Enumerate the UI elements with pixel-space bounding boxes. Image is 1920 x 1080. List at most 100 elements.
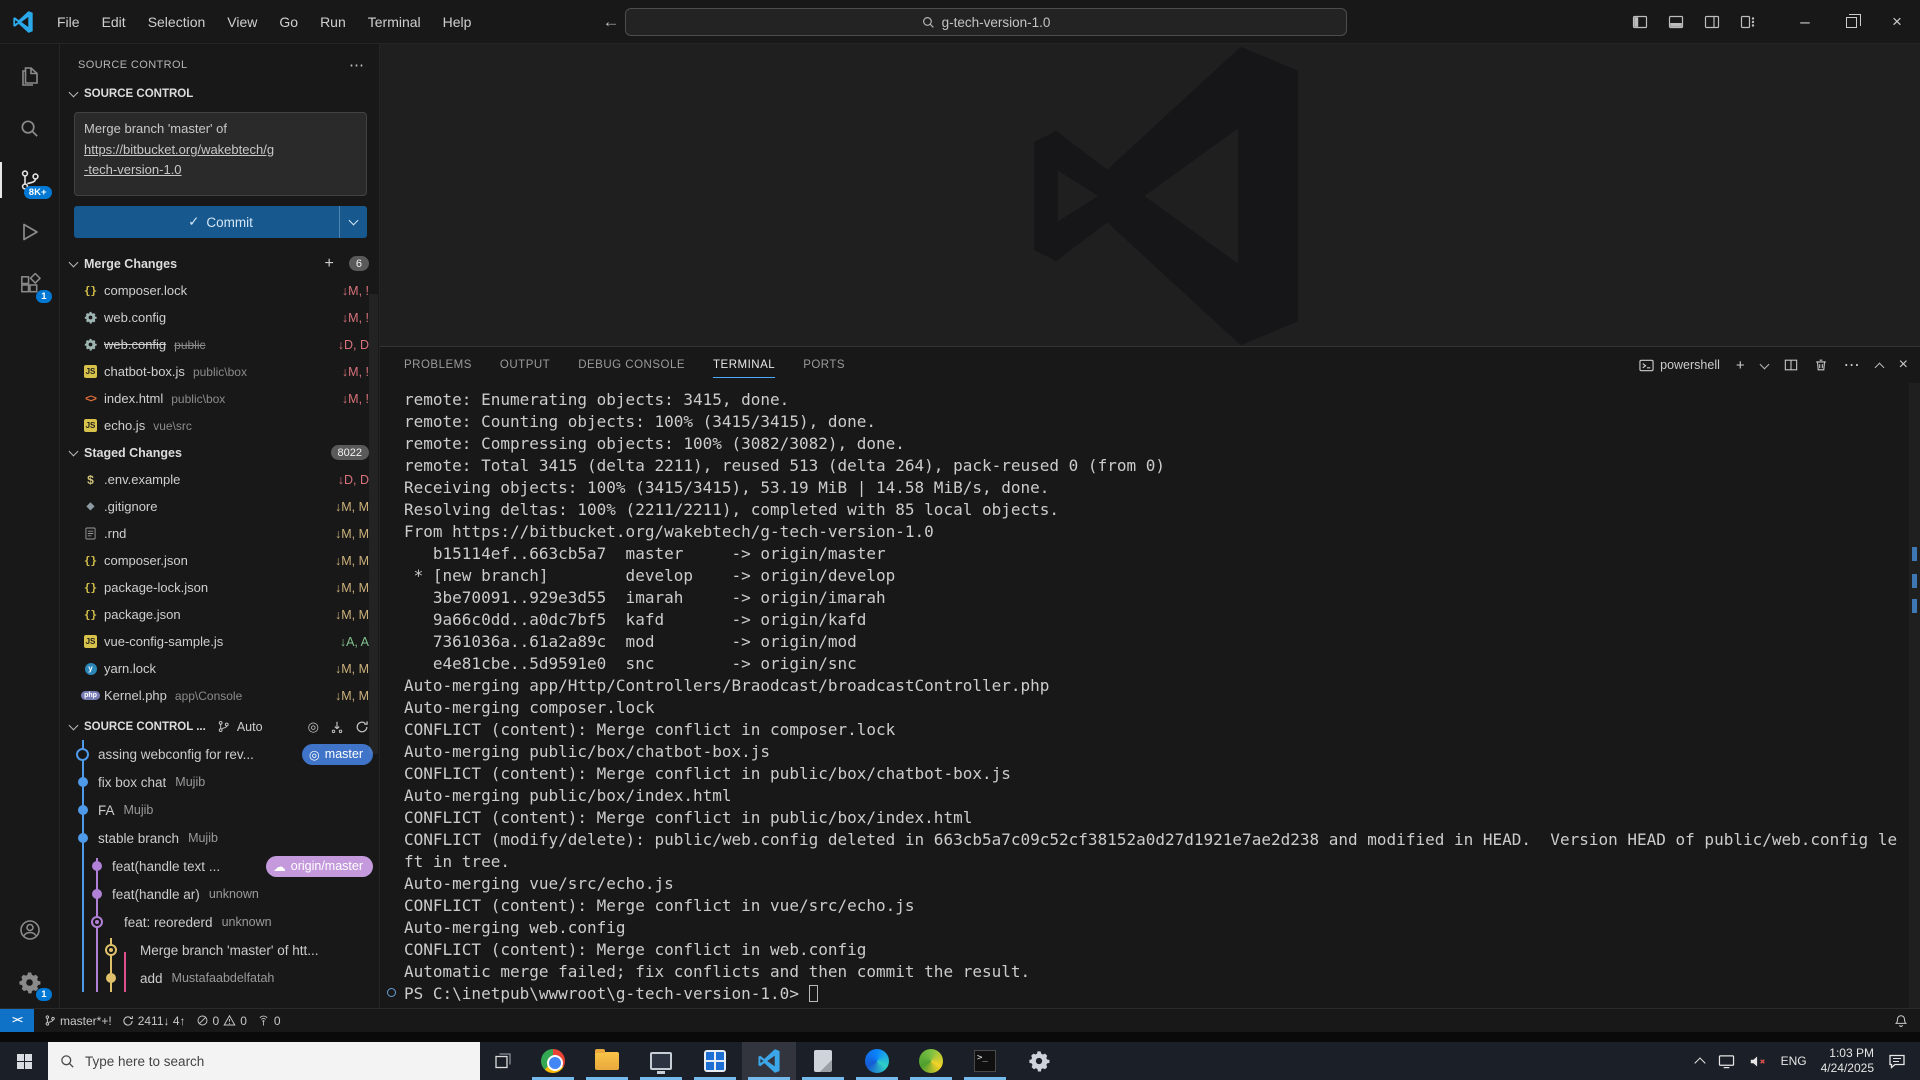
panel-tab-ports[interactable]: PORTS xyxy=(803,347,845,383)
commit-button[interactable]: ✓ Commit xyxy=(74,206,367,238)
ports-status[interactable]: 0 xyxy=(257,1014,281,1028)
scm-file-row[interactable]: php Kernel.php app\Console ↓M, M xyxy=(60,682,379,709)
staged-changes-header[interactable]: Staged Changes 8022 xyxy=(60,439,379,466)
activity-source-control[interactable]: 8K+ xyxy=(0,154,60,206)
taskbar-app-mail-grid[interactable] xyxy=(688,1042,742,1080)
commit-row[interactable]: stable branch Mujib xyxy=(60,824,379,852)
auto-label[interactable]: Auto xyxy=(237,720,263,734)
panel-tab-output[interactable]: OUTPUT xyxy=(500,347,550,383)
scm-file-row[interactable]: {} composer.json ↓M, M xyxy=(60,547,379,574)
panel-tab-terminal[interactable]: TERMINAL xyxy=(713,347,776,383)
merge-changes-header[interactable]: Merge Changes + 6 xyxy=(60,250,379,277)
scm-file-row[interactable]: <> index.html public\box ↓M, ! xyxy=(60,385,379,412)
scm-file-row[interactable]: JS chatbot-box.js public\box ↓M, ! xyxy=(60,358,379,385)
ref-badge-master[interactable]: ◎ master xyxy=(301,743,373,765)
activity-run-debug[interactable] xyxy=(0,206,60,258)
scm-graph-header[interactable]: SOURCE CONTROL ... Auto ◎ xyxy=(60,713,379,740)
fetch-icon[interactable] xyxy=(330,720,344,734)
ref-badge-origin/master[interactable]: ☁ origin/master xyxy=(266,855,373,877)
new-terminal-icon[interactable]: + xyxy=(1736,357,1745,374)
toggle-sidebar-icon[interactable] xyxy=(1632,14,1648,30)
sync-status[interactable]: 2411↓ 4↑ xyxy=(122,1014,186,1028)
taskbar-search[interactable]: Type here to search xyxy=(48,1042,480,1080)
tray-clock[interactable]: 1:03 PM 4/24/2025 xyxy=(1821,1046,1874,1076)
sidebar-scrollbar[interactable] xyxy=(369,294,378,754)
taskbar-app-settings[interactable] xyxy=(1012,1042,1066,1080)
notifications-bell[interactable] xyxy=(1894,1014,1908,1028)
taskbar-app-notepad[interactable] xyxy=(796,1042,850,1080)
commit-row[interactable]: feat: reorederd unknown xyxy=(60,908,379,936)
menu-selection[interactable]: Selection xyxy=(137,0,217,44)
commit-row[interactable]: add Mustafaabdelfatah xyxy=(60,964,379,992)
taskbar-app-computer[interactable] xyxy=(634,1042,688,1080)
nav-back-icon[interactable]: ← xyxy=(602,12,619,32)
menu-edit[interactable]: Edit xyxy=(91,0,137,44)
scm-file-row[interactable]: web.config ↓M, ! xyxy=(60,304,379,331)
taskbar-app-chrome[interactable] xyxy=(526,1042,580,1080)
activity-extensions[interactable]: 1 xyxy=(0,258,60,310)
menu-go[interactable]: Go xyxy=(268,0,309,44)
window-restore-button[interactable] xyxy=(1828,0,1874,44)
panel-tab-problems[interactable]: PROBLEMS xyxy=(404,347,472,383)
commit-row[interactable]: FA Mujib xyxy=(60,796,379,824)
menu-run[interactable]: Run xyxy=(309,0,357,44)
problems-status[interactable]: 0 0 xyxy=(196,1014,247,1028)
command-center-search[interactable]: g-tech-version-1.0 xyxy=(625,8,1347,36)
close-panel-icon[interactable]: × xyxy=(1899,356,1908,374)
activity-search[interactable] xyxy=(0,102,60,154)
scm-file-row[interactable]: {} package.json ↓M, M xyxy=(60,601,379,628)
scm-file-row[interactable]: .rnd ↓M, M xyxy=(60,520,379,547)
taskbar-app-browser[interactable] xyxy=(850,1042,904,1080)
terminal-dropdown-icon[interactable] xyxy=(1759,359,1770,369)
menu-view[interactable]: View xyxy=(216,0,268,44)
window-minimize-button[interactable]: – xyxy=(1782,0,1828,44)
terminal-output[interactable]: remote: Enumerating objects: 3415, done.… xyxy=(380,383,1920,1005)
scm-file-row[interactable]: {} composer.lock ↓M, ! xyxy=(60,277,379,304)
refresh-icon[interactable] xyxy=(355,720,369,734)
menu-terminal[interactable]: Terminal xyxy=(357,0,432,44)
taskbar-app-vscode[interactable] xyxy=(742,1042,796,1080)
maximize-panel-icon[interactable] xyxy=(1874,362,1885,372)
start-button[interactable] xyxy=(0,1042,48,1080)
scm-file-row[interactable]: ◆ .gitignore ↓M, M xyxy=(60,493,379,520)
branch-status[interactable]: master*+! xyxy=(44,1014,112,1028)
kill-terminal-icon[interactable] xyxy=(1814,358,1828,372)
terminal-scrollbar[interactable] xyxy=(1909,383,1920,1008)
commit-row[interactable]: feat(handle text ... ☁ origin/master xyxy=(60,852,379,880)
task-view-button[interactable] xyxy=(480,1042,526,1080)
tray-display-icon[interactable] xyxy=(1718,1054,1735,1069)
toggle-panel-icon[interactable] xyxy=(1668,14,1684,30)
target-icon[interactable]: ◎ xyxy=(308,719,319,735)
remote-indicator[interactable]: >< xyxy=(0,1009,34,1032)
terminal-prompt[interactable]: PS C:\inetpub\wwwroot\g-tech-version-1.0… xyxy=(387,983,1920,1005)
scm-file-row[interactable]: JS vue-config-sample.js ↓A, A xyxy=(60,628,379,655)
more-actions-icon[interactable]: ⋯ xyxy=(349,56,365,74)
tray-expand-icon[interactable] xyxy=(1693,1057,1706,1069)
scm-file-row[interactable]: $ .env.example ↓D, D xyxy=(60,466,379,493)
account-button[interactable] xyxy=(0,904,60,956)
menu-file[interactable]: File xyxy=(46,0,91,44)
menu-help[interactable]: Help xyxy=(432,0,483,44)
activity-explorer[interactable] xyxy=(0,50,60,102)
toggle-secondary-sidebar-icon[interactable] xyxy=(1704,14,1720,30)
panel-more-icon[interactable]: ⋯ xyxy=(1844,355,1860,375)
commit-row[interactable]: fix box chat Mujib xyxy=(60,768,379,796)
commit-row[interactable]: assing webconfig for rev... ◎ master xyxy=(60,740,379,768)
tray-language[interactable]: ENG xyxy=(1781,1054,1807,1068)
scm-file-row[interactable]: web.config public ↓D, D xyxy=(60,331,379,358)
tray-volume-muted-icon[interactable] xyxy=(1749,1054,1767,1069)
commit-message-input[interactable]: Merge branch 'master' of https://bitbucke… xyxy=(74,112,367,196)
window-close-button[interactable]: × xyxy=(1874,0,1920,44)
scm-file-row[interactable]: JS echo.js vue\src xyxy=(60,412,379,439)
action-center-icon[interactable] xyxy=(1888,1053,1906,1069)
commit-row[interactable]: Merge branch 'master' of htt... xyxy=(60,936,379,964)
panel-tab-debug-console[interactable]: DEBUG CONSOLE xyxy=(578,347,685,383)
commit-dropdown-button[interactable] xyxy=(339,206,367,238)
taskbar-app-color-app[interactable] xyxy=(904,1042,958,1080)
split-terminal-icon[interactable] xyxy=(1784,358,1798,372)
scm-file-row[interactable]: y yarn.lock ↓M, M xyxy=(60,655,379,682)
command-decoration-icon[interactable] xyxy=(387,988,396,997)
scm-file-row[interactable]: {} package-lock.json ↓M, M xyxy=(60,574,379,601)
customize-layout-icon[interactable] xyxy=(1740,14,1756,30)
settings-button[interactable]: 1 xyxy=(0,956,60,1008)
